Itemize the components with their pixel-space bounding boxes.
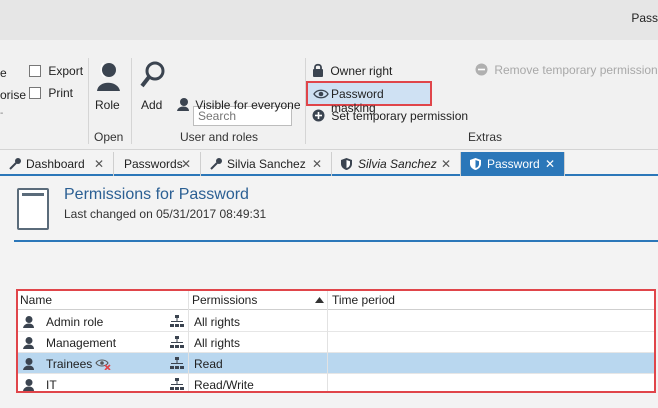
- tab-label: Silvia Sanchez: [227, 157, 306, 171]
- hierarchy-icon: [170, 378, 184, 390]
- ribbon-partial-label-1[interactable]: e: [0, 66, 7, 80]
- sort-ascending-icon[interactable]: [315, 297, 324, 303]
- column-divider: [188, 291, 189, 391]
- eye-icon: [313, 89, 329, 99]
- row-name: Admin role: [46, 315, 104, 329]
- lock-icon: [313, 63, 323, 77]
- table-row[interactable]: IT Read/Write: [18, 374, 654, 392]
- visible-for-everyone-button[interactable]: Visible for everyone: [176, 97, 301, 112]
- role-icon: [23, 379, 34, 391]
- tab-dashboard[interactable]: Dashboard ✕: [0, 152, 114, 176]
- tab-silvia-sanchez-shield[interactable]: Silvia Sanchez ✕: [332, 152, 461, 176]
- row-permission: All rights: [194, 315, 241, 329]
- open-group-label: Open: [94, 130, 124, 144]
- role-icon: [97, 62, 120, 91]
- set-temporary-permission-button[interactable]: Set temporary permission: [312, 109, 468, 123]
- set-temporary-label: Set temporary permission: [331, 109, 469, 123]
- role-icon: [23, 358, 34, 370]
- print-checkbox-item[interactable]: Print: [29, 86, 73, 100]
- row-permission: All rights: [194, 336, 241, 350]
- password-masking-button[interactable]: Password masking: [306, 81, 432, 115]
- row-name: Management: [46, 336, 117, 350]
- role-button[interactable]: Role: [94, 60, 124, 116]
- magnifier-icon: [140, 61, 165, 88]
- close-icon[interactable]: ✕: [441, 157, 451, 171]
- page-title: Permissions for Password: [64, 186, 249, 203]
- role-icon: [23, 316, 34, 328]
- extras-group-label: Extras: [468, 130, 503, 144]
- table-row-selected[interactable]: Trainees Read: [18, 353, 654, 374]
- tab-label: Silvia Sanchez: [358, 157, 437, 171]
- add-button[interactable]: Add: [139, 60, 169, 116]
- ribbon-partial-label-3: -: [0, 108, 4, 119]
- owner-right-label: Owner right: [330, 64, 393, 78]
- tab-silvia-sanchez-key[interactable]: Silvia Sanchez ✕: [201, 152, 332, 176]
- plus-circle-icon: [312, 109, 325, 122]
- row-name: Trainees: [46, 357, 93, 371]
- tab-label: Passwords: [124, 157, 183, 171]
- table-row[interactable]: Admin role All rights: [18, 311, 654, 332]
- close-icon[interactable]: ✕: [312, 157, 322, 171]
- export-label: Export: [48, 64, 84, 78]
- shield-icon: [341, 158, 352, 170]
- masked-eye-icon: [95, 359, 111, 370]
- tab-label: Password: [487, 157, 540, 171]
- export-checkbox[interactable]: [29, 65, 41, 77]
- row-permission: Read/Write: [194, 378, 254, 392]
- owner-right-button[interactable]: Owner right: [312, 63, 392, 78]
- row-permission: Read: [194, 357, 223, 371]
- ribbon-separator: [88, 58, 89, 144]
- hierarchy-icon: [170, 336, 184, 348]
- title-bar: Pass: [0, 0, 658, 40]
- window-title: Pass: [631, 11, 658, 25]
- column-header-name[interactable]: Name: [20, 293, 52, 307]
- role-icon: [23, 337, 34, 349]
- column-header-permissions[interactable]: Permissions: [192, 293, 257, 307]
- user-roles-group-label: User and roles: [180, 130, 259, 144]
- key-icon: [9, 158, 21, 170]
- ribbon: e orise - Export Print Role Open Add Sea…: [0, 40, 658, 150]
- shield-icon: [470, 158, 481, 170]
- print-checkbox[interactable]: [29, 87, 41, 99]
- last-changed-text: Last changed on 05/31/2017 08:49:31: [64, 207, 267, 221]
- key-icon: [210, 158, 222, 170]
- visible-label: Visible for everyone: [195, 98, 301, 112]
- tab-password[interactable]: Password ✕: [461, 152, 565, 176]
- export-checkbox-item[interactable]: Export: [29, 64, 83, 78]
- hierarchy-icon: [170, 315, 184, 327]
- column-divider: [327, 291, 328, 391]
- document-icon: [17, 188, 49, 230]
- role-label: Role: [95, 98, 120, 112]
- ribbon-partial-label-2[interactable]: orise: [0, 88, 26, 102]
- column-header-time-period[interactable]: Time period: [332, 293, 395, 307]
- close-icon[interactable]: ✕: [545, 157, 555, 171]
- print-label: Print: [48, 86, 74, 100]
- header-divider: [14, 240, 658, 242]
- table-row[interactable]: Management All rights: [18, 332, 654, 353]
- row-name: IT: [46, 378, 57, 392]
- tab-label: Dashboard: [26, 157, 85, 171]
- permissions-grid: Name Permissions Time period Admin role …: [16, 289, 656, 393]
- remove-temporary-permission-button[interactable]: Remove temporary permission: [475, 63, 658, 77]
- user-icon: [177, 98, 189, 111]
- minus-circle-icon: [475, 63, 488, 76]
- close-icon[interactable]: ✕: [94, 157, 104, 171]
- tab-bar: Dashboard ✕ Passwords ✕ Silvia Sanchez ✕…: [0, 152, 658, 176]
- grid-header: Name Permissions Time period: [18, 291, 654, 310]
- add-label: Add: [141, 98, 163, 112]
- ribbon-separator: [131, 58, 132, 144]
- remove-temporary-label: Remove temporary permission: [494, 63, 658, 77]
- close-icon[interactable]: ✕: [181, 157, 191, 171]
- hierarchy-icon: [170, 357, 184, 369]
- tab-passwords[interactable]: Passwords ✕: [114, 152, 201, 176]
